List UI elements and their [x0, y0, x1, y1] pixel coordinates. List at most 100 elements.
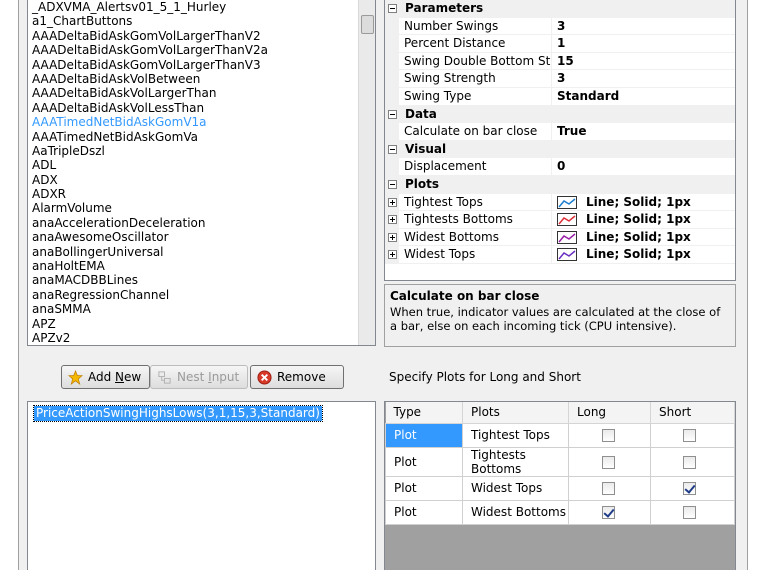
plot-type-cell[interactable]: Plot	[385, 475, 463, 501]
property-value[interactable]: 3	[557, 18, 565, 36]
property-row[interactable]: Tightests Bottoms Line; Solid; 1px	[385, 211, 735, 229]
header-plots[interactable]: Plots	[462, 402, 569, 424]
plot-name-cell: Widest Tops	[462, 475, 569, 501]
property-value[interactable]: 1	[557, 35, 565, 53]
long-checkbox[interactable]	[602, 482, 615, 495]
indicator-list-item[interactable]: AAADeltaBidAskGomVolLargerThanV2	[32, 29, 375, 43]
category-plots[interactable]: Plots	[385, 175, 735, 194]
table-row[interactable]: Plot Tightest Tops	[385, 422, 735, 448]
category-data[interactable]: Data	[385, 105, 735, 124]
remove-button[interactable]: Remove	[250, 365, 344, 389]
indicator-list-item[interactable]: ADXR	[32, 187, 375, 201]
property-value[interactable]: 3	[557, 70, 565, 88]
property-row[interactable]: Swing Type Standard	[385, 87, 735, 106]
property-row[interactable]: Widest Bottoms Line; Solid; 1px	[385, 228, 735, 247]
indicator-list-item[interactable]: anaMACDBBLines	[32, 273, 375, 287]
plot-type-cell[interactable]: Plot	[385, 499, 463, 525]
indicator-list-item[interactable]: AaTripleDszl	[32, 144, 375, 158]
long-checkbox[interactable]	[602, 455, 615, 469]
collapse-icon[interactable]	[388, 179, 397, 189]
long-checkbox[interactable]	[602, 506, 615, 519]
plot-line-icon	[557, 230, 577, 244]
short-checkbox[interactable]	[683, 429, 696, 442]
add-new-label: Add	[88, 370, 116, 384]
indicator-list-item[interactable]: a1_ChartButtons	[32, 14, 375, 28]
plot-line-icon	[557, 213, 577, 227]
property-gutter	[385, 70, 399, 87]
short-checkbox[interactable]	[683, 506, 696, 519]
header-type[interactable]: Type	[385, 402, 463, 424]
property-row[interactable]: Tightest Tops Line; Solid; 1px	[385, 193, 735, 212]
collapse-icon[interactable]	[388, 4, 397, 13]
property-row[interactable]: Number Swings 3	[385, 17, 735, 36]
property-row[interactable]: Widest Tops Line; Solid; 1px	[385, 246, 735, 264]
indicator-list-item[interactable]: AAADeltaBidAskVolLargerThan	[32, 86, 375, 100]
property-row[interactable]: Displacement 0	[385, 158, 735, 176]
property-value[interactable]: Line; Solid; 1px	[586, 211, 691, 229]
indicator-list-item[interactable]: anaAccelerationDeceleration	[32, 216, 375, 230]
indicator-list-item[interactable]: AAADeltaBidAskGomVolLargerThanV2a	[32, 43, 375, 57]
expand-icon[interactable]	[388, 232, 397, 242]
header-short[interactable]: Short	[650, 402, 735, 424]
indicator-list-item[interactable]: AlarmVolume	[32, 201, 375, 215]
indicator-list-item[interactable]: ADL	[32, 158, 375, 172]
property-name: Swing Type	[404, 87, 552, 105]
short-checkbox[interactable]	[683, 455, 696, 469]
indicator-list-item[interactable]: AAATimedNetBidAskGomVa	[32, 130, 375, 144]
category-label: Plots	[405, 176, 440, 191]
indicator-list-item[interactable]: anaBollingerUniversal	[32, 245, 375, 259]
property-value[interactable]: Line; Solid; 1px	[586, 194, 691, 212]
property-value[interactable]: Standard	[557, 88, 619, 106]
indicator-list[interactable]: _ADXVMA_Alertsv01_5_1_Hurley a1_ChartButt…	[27, 0, 376, 346]
property-value[interactable]: Line; Solid; 1px	[586, 246, 691, 264]
property-value[interactable]: True	[557, 123, 586, 141]
short-checkbox[interactable]	[683, 482, 696, 495]
indicator-list-item[interactable]: anaSMMA	[32, 302, 375, 316]
indicator-list-item[interactable]: anaRegressionChannel	[32, 288, 375, 302]
indicator-list-item[interactable]: APZv2	[32, 331, 375, 345]
expand-icon[interactable]	[388, 197, 397, 207]
header-long[interactable]: Long	[568, 402, 651, 424]
category-parameters[interactable]: Parameters	[385, 0, 735, 18]
collapse-icon[interactable]	[388, 144, 397, 154]
indicator-list-item[interactable]: _ADXVMA_Alertsv01_5_1_Hurley	[32, 0, 375, 14]
long-checkbox[interactable]	[602, 429, 615, 442]
property-value[interactable]: 15	[557, 53, 574, 71]
selected-indicators-list[interactable]: PriceActionSwingHighsLows(3,1,15,3,Stand…	[27, 401, 376, 570]
nest-input-button[interactable]: Nest Input	[150, 365, 249, 389]
indicator-list-item[interactable]: AAADeltaBidAskVolLessThan	[32, 101, 375, 115]
scrollbar-thumb[interactable]	[361, 15, 374, 34]
category-visual[interactable]: Visual	[385, 140, 735, 159]
indicator-list-item[interactable]: AAADeltaBidAskGomVolLargerThanV3	[32, 58, 375, 72]
indicator-list-item[interactable]: anaAwesomeOscillator	[32, 230, 375, 244]
selected-indicator-item[interactable]: PriceActionSwingHighsLows(3,1,15,3,Stand…	[33, 405, 323, 422]
property-row[interactable]: Percent Distance 1	[385, 35, 735, 53]
long-cell	[568, 475, 651, 501]
property-value[interactable]: Line; Solid; 1px	[586, 229, 691, 247]
property-row[interactable]: Calculate on bar close True	[385, 123, 735, 141]
indicator-list-item[interactable]: APZ	[32, 317, 375, 331]
property-value[interactable]: 0	[557, 158, 565, 176]
indicator-list-item[interactable]: AAADeltaBidAskVolBetween	[32, 72, 375, 86]
property-gutter	[385, 87, 399, 105]
plot-type-cell[interactable]: Plot	[385, 422, 463, 448]
indicator-list-scrollbar[interactable]	[358, 0, 375, 345]
table-row[interactable]: Plot Tightests Bottoms	[385, 446, 735, 477]
expand-icon[interactable]	[388, 215, 397, 225]
property-grid[interactable]: Parameters Number Swings 3 Percent Distanc…	[384, 0, 736, 281]
property-row[interactable]: Swing Double Bottom Stren 15	[385, 52, 735, 71]
plot-line-icon	[557, 248, 577, 262]
expand-icon[interactable]	[388, 250, 397, 260]
add-new-label-rest: ew	[124, 370, 142, 384]
indicator-list-item[interactable]: anaHoltEMA	[32, 259, 375, 273]
add-new-button[interactable]: Add New	[61, 365, 151, 389]
table-row[interactable]: Plot Widest Tops	[385, 475, 735, 501]
plot-type-cell[interactable]: Plot	[385, 446, 463, 477]
property-row[interactable]: Swing Strength 3	[385, 70, 735, 88]
table-row[interactable]: Plot Widest Bottoms	[385, 499, 735, 525]
collapse-icon[interactable]	[388, 109, 397, 119]
category-label: Visual	[405, 141, 447, 156]
indicator-list-item[interactable]: AAATimedNetBidAskGomV1a	[32, 115, 375, 129]
indicator-list-item[interactable]: ADX	[32, 173, 375, 187]
plots-table[interactable]: Type Plots Long Short Plot Tightest Tops P…	[384, 401, 736, 570]
